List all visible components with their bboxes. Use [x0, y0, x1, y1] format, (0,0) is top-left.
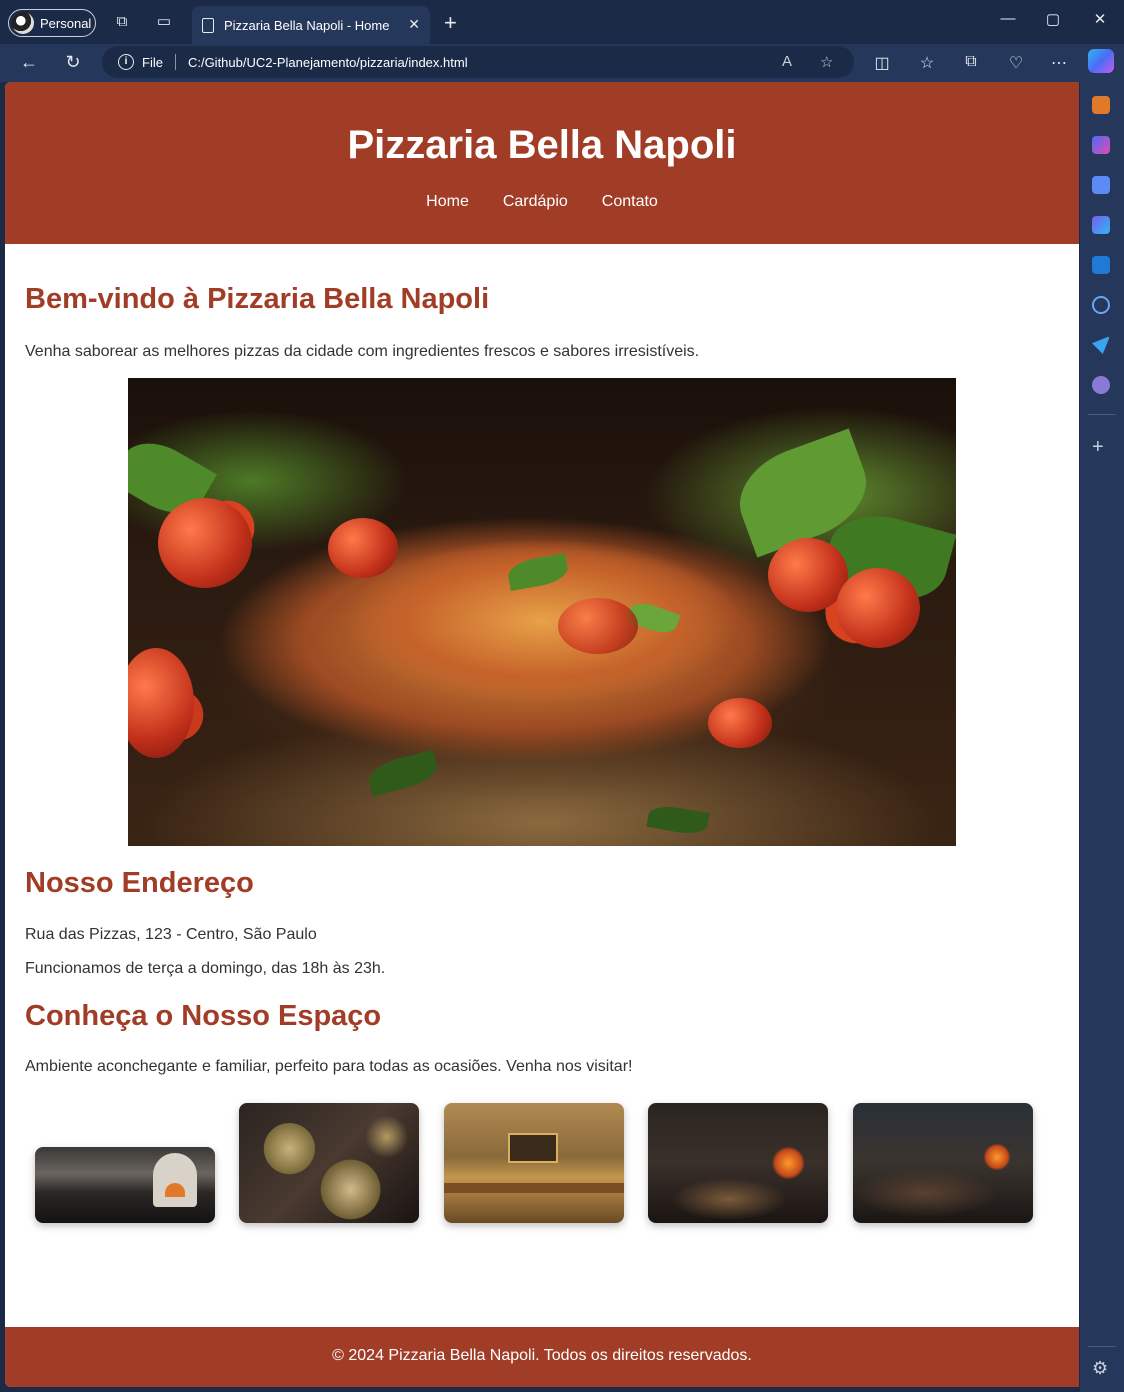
address-divider [174, 54, 176, 70]
tab-title: Pizzaria Bella Napoli - Home [224, 17, 390, 33]
browser-toolbar: ← ↻ i File C:/Github/UC2-Planejamento/pi… [0, 44, 1124, 82]
profile-button[interactable]: Personal [8, 9, 96, 37]
new-tab-icon[interactable]: + [444, 10, 457, 36]
add-app-icon[interactable]: + [1092, 436, 1104, 459]
maximize-icon[interactable]: ▢ [1043, 10, 1063, 28]
site-header: Pizzaria Bella Napoli Home Cardápio Cont… [5, 82, 1079, 244]
tab-actions-icon[interactable]: ▭ [155, 13, 173, 31]
address-heading: Nosso Endereço [25, 867, 254, 899]
browser-essentials-icon[interactable]: ♡ [1006, 53, 1026, 73]
favorite-star-icon[interactable]: ☆ [820, 53, 833, 71]
back-icon[interactable]: ← [18, 52, 40, 73]
address-line: Rua das Pizzas, 123 - Centro, São Paulo [25, 926, 317, 943]
sidebar-divider-bottom [1088, 1346, 1116, 1347]
nav-link-home[interactable]: Home [426, 193, 469, 211]
workspaces-icon[interactable]: ⧉ [113, 13, 131, 31]
minimize-icon[interactable]: — [998, 10, 1018, 27]
send-icon[interactable] [1092, 336, 1110, 354]
profile-label: Personal [40, 15, 92, 31]
address-scheme: File [142, 54, 163, 70]
info-icon[interactable]: i [118, 54, 134, 70]
close-tab-icon[interactable]: ✕ [408, 16, 420, 33]
gallery-image-kitchen[interactable] [35, 1147, 215, 1223]
read-aloud-icon[interactable]: A [782, 53, 792, 70]
gallery [35, 1103, 1035, 1225]
welcome-text: Venha saborear as melhores pizzas da cid… [25, 343, 700, 360]
browser-titlebar: Personal ⧉ ▭ Pizzaria Bella Napoli - Hom… [0, 0, 1124, 44]
shopping-icon[interactable] [1092, 176, 1110, 194]
gallery-image-rustic-table[interactable] [853, 1103, 1033, 1223]
browser-tab[interactable]: Pizzaria Bella Napoli - Home ✕ [192, 6, 430, 44]
page-viewport: Pizzaria Bella Napoli Home Cardápio Cont… [5, 82, 1079, 1387]
sidebar-divider [1088, 414, 1116, 415]
address-url[interactable]: C:/Github/UC2-Planejamento/pizzaria/inde… [188, 55, 468, 70]
gallery-image-pizzas-table[interactable] [239, 1103, 419, 1223]
welcome-heading: Bem-vindo à Pizzaria Bella Napoli [25, 283, 490, 315]
site-title: Pizzaria Bella Napoli [347, 123, 737, 167]
refresh-icon[interactable]: ↻ [62, 52, 84, 73]
games-icon[interactable] [1092, 376, 1110, 394]
nav-link-cardapio[interactable]: Cardápio [503, 193, 568, 211]
search-icon[interactable] [1092, 296, 1110, 314]
favorites-icon[interactable]: ☆ [917, 53, 937, 73]
close-window-icon[interactable]: ✕ [1090, 10, 1110, 28]
page-icon [202, 17, 214, 33]
edge-sidebar: + ⚙ [1080, 82, 1124, 1392]
outlook-icon[interactable] [1092, 256, 1110, 274]
space-text: Ambiente aconchegante e familiar, perfei… [25, 1058, 633, 1075]
gallery-image-pizza-oven[interactable] [648, 1103, 828, 1223]
address-bar[interactable]: i File C:/Github/UC2-Planejamento/pizzar… [102, 46, 854, 78]
collections-icon[interactable]: ⧉ [961, 53, 981, 71]
hours-line: Funcionamos de terça a domingo, das 18h … [25, 960, 386, 977]
space-heading: Conheça o Nosso Espaço [25, 1000, 382, 1032]
site-footer: © 2024 Pizzaria Bella Napoli. Todos os d… [5, 1327, 1079, 1387]
site-nav: Home Cardápio Contato [5, 193, 1079, 211]
nav-link-contato[interactable]: Contato [602, 193, 658, 211]
designer-icon[interactable] [1092, 136, 1110, 154]
copilot-app-icon[interactable] [1092, 216, 1110, 234]
more-options-icon[interactable]: ⋯ [1049, 53, 1069, 73]
copilot-icon[interactable] [1088, 49, 1114, 73]
settings-gear-icon[interactable]: ⚙ [1092, 1358, 1108, 1379]
gallery-image-dining-room[interactable] [444, 1103, 624, 1223]
profile-avatar [12, 12, 34, 34]
tools-icon[interactable] [1092, 96, 1110, 114]
split-screen-icon[interactable]: ◫ [872, 53, 892, 73]
hero-pizza-image [128, 378, 956, 846]
